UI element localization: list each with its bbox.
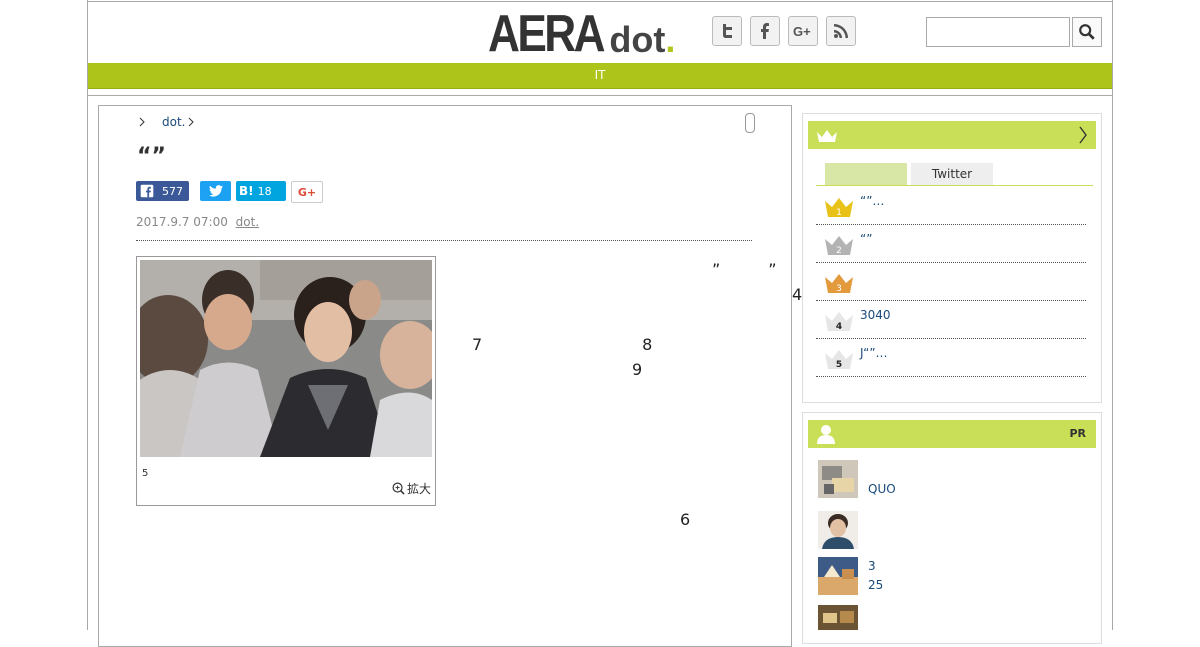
ranking-header — [808, 121, 1096, 149]
google-plus-icon: G+ — [297, 185, 317, 199]
facebook-icon — [761, 23, 769, 39]
google-plus-button[interactable]: G+ — [788, 16, 818, 46]
pr-item-text[interactable]: 3 — [868, 559, 876, 573]
pr-label: PR — [1069, 427, 1086, 440]
ranking-item[interactable]: 3 — [816, 262, 1086, 301]
pr-item-text[interactable]: 25 — [868, 578, 883, 592]
logo-sub-text: dot. — [609, 19, 676, 60]
article-photo[interactable] — [140, 260, 432, 457]
twitter-icon — [723, 24, 732, 38]
rss-icon — [834, 24, 848, 38]
facebook-share-count: 577 — [162, 184, 183, 198]
chevron-right-icon — [139, 117, 145, 127]
pr-thumbnail[interactable] — [818, 460, 858, 498]
facebook-share-button[interactable]: 577 — [136, 181, 189, 201]
svg-text:5: 5 — [836, 360, 842, 370]
pr-thumbnail[interactable] — [818, 605, 858, 630]
crown-icon — [817, 130, 837, 142]
crown-icon: 5 — [825, 350, 853, 370]
svg-text:2: 2 — [836, 246, 842, 256]
breadcrumb-dot[interactable]: dot. — [162, 115, 185, 129]
divider — [136, 240, 752, 241]
ranking-item[interactable]: 1 “”… — [816, 186, 1086, 225]
pr-item-text[interactable]: QUO — [868, 482, 896, 496]
ranking-item[interactable]: 4 3040 — [816, 300, 1086, 339]
article-source-link[interactable]: dot. — [236, 215, 259, 229]
chevron-right-icon[interactable] — [1078, 126, 1088, 144]
facebook-button[interactable] — [750, 16, 780, 46]
pr-item[interactable] — [816, 605, 1086, 630]
twitter-bird-icon — [208, 185, 223, 197]
silver-crown-icon: 2 — [825, 236, 853, 256]
ranking-item-title[interactable]: 3040 — [860, 308, 891, 322]
tab-ranking-twitter[interactable]: Twitter — [911, 163, 993, 185]
nav-category-it[interactable]: IT — [595, 68, 606, 82]
article-photo-box[interactable]: 5 拡大 — [136, 256, 436, 506]
svg-text:3: 3 — [836, 284, 842, 294]
zoom-label: 拡大 — [406, 482, 431, 496]
twitter-share-button[interactable] — [200, 181, 231, 201]
gold-crown-icon: 1 — [825, 198, 853, 218]
nav-divider — [88, 89, 1112, 96]
google-plus-share-button[interactable]: G+ — [291, 181, 323, 203]
hatena-icon: B! — [239, 184, 254, 198]
ranking-item-title[interactable]: J“”… — [860, 346, 888, 360]
article-meta: 2017.9.7 07:00 dot. — [136, 215, 259, 229]
photo-illustration — [140, 260, 432, 457]
zoom-button[interactable]: 拡大 — [392, 480, 431, 497]
svg-text:1: 1 — [836, 208, 842, 218]
article-title: “” — [137, 144, 166, 169]
twitter-button[interactable] — [712, 16, 742, 46]
ranking-item[interactable]: 5 J“”… — [816, 338, 1086, 377]
pr-header: PR — [808, 420, 1096, 448]
svg-text:G+: G+ — [793, 24, 811, 39]
pr-thumbnail[interactable] — [818, 511, 858, 549]
breadcrumb: dot. — [138, 115, 195, 129]
search-button[interactable] — [1072, 17, 1102, 47]
pr-item[interactable] — [816, 511, 1086, 551]
search-input[interactable] — [926, 17, 1070, 47]
logo-main-text: AERA — [488, 5, 606, 63]
person-icon — [817, 425, 835, 444]
ranking-item[interactable]: 2 “” — [816, 224, 1086, 263]
hatena-bookmark-button[interactable]: B! 18 — [236, 181, 286, 201]
hatena-count: 18 — [257, 184, 272, 198]
category-nav: IT — [88, 63, 1112, 89]
facebook-icon — [140, 184, 154, 198]
article-date: 2017.9.7 07:00 — [136, 215, 228, 229]
crown-icon: 4 — [825, 312, 853, 332]
google-plus-icon: G+ — [793, 24, 811, 39]
site-logo[interactable]: AERA dot. — [488, 8, 675, 60]
pr-thumbnail[interactable] — [818, 557, 858, 595]
svg-text:4: 4 — [836, 322, 842, 332]
ranking-item-title[interactable]: “” — [860, 232, 872, 246]
pr-item[interactable]: 3 25 — [816, 557, 1086, 599]
bronze-crown-icon: 3 — [825, 274, 853, 294]
clip-icon[interactable] — [745, 113, 755, 133]
tab-ranking-access[interactable] — [825, 163, 907, 185]
ranking-item-title[interactable]: “”… — [860, 194, 884, 208]
photo-caption: 5 — [142, 468, 149, 479]
zoom-in-icon — [392, 482, 405, 495]
chevron-right-icon — [189, 117, 195, 127]
search-icon — [1079, 24, 1095, 40]
pr-item[interactable]: QUO — [816, 460, 1086, 502]
rss-button[interactable] — [826, 16, 856, 46]
